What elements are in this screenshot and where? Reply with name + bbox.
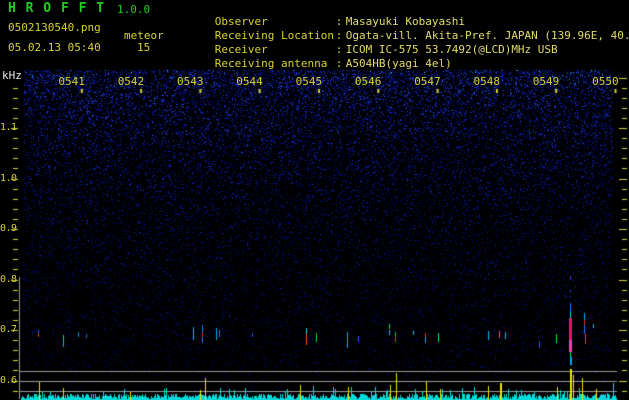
- station-info: Observer: Masayuki Kobayashi Receiving Lo…: [175, 2, 629, 70]
- time-label: 0549: [532, 75, 560, 88]
- freq-label: 1.0: [0, 172, 17, 184]
- freq-label: 0.9: [0, 223, 17, 234]
- info-row-observer: Observer: Masayuki Kobayashi: [175, 2, 629, 28]
- info-colon: :: [335, 57, 343, 70]
- info-colon: :: [335, 29, 343, 42]
- info-value: A504HB(yagi 4el): [345, 57, 452, 70]
- time-label: 0544: [236, 75, 263, 88]
- time-label: 0547: [414, 75, 441, 88]
- info-label: Observer: [214, 15, 268, 28]
- info-label: Receiving Location: [214, 29, 334, 42]
- time-label: 0545: [295, 75, 323, 88]
- info-label: Receiver: [214, 43, 268, 56]
- observation-datetime: 05.02.13 05:40: [8, 41, 101, 54]
- freq-label: 0.7: [0, 324, 17, 335]
- app-title: H R O F F T: [8, 1, 106, 16]
- info-colon: :: [335, 15, 343, 28]
- freq-unit-label: kHz: [2, 69, 22, 82]
- time-label: 0541: [58, 75, 85, 88]
- meteor-count-value: 15: [137, 41, 151, 54]
- time-label: 0542: [117, 75, 145, 88]
- time-label: 0550: [592, 75, 619, 88]
- freq-label: 1.1: [0, 122, 17, 133]
- info-label: Receiving antenna: [214, 57, 328, 70]
- freq-label: 0.6: [0, 374, 17, 386]
- info-value: ICOM IC-575 53.7492(@LCD)MHz USB: [345, 43, 558, 56]
- freq-label: 0.8: [0, 273, 17, 285]
- time-label: 0548: [473, 75, 501, 88]
- app-version: 1.0.0: [117, 3, 151, 16]
- info-value: Masayuki Kobayashi: [345, 15, 465, 28]
- info-value: Ogata-vill. Akita-Pref. JAPAN (139.96E, …: [345, 29, 629, 42]
- hrofft-screen: H R O F F T 1.0.0 0502130540.png meteor …: [0, 0, 629, 400]
- output-filename: 0502130540.png: [8, 21, 101, 34]
- info-colon: :: [335, 43, 343, 56]
- time-label: 0546: [354, 75, 382, 88]
- time-label: 0543: [177, 75, 204, 88]
